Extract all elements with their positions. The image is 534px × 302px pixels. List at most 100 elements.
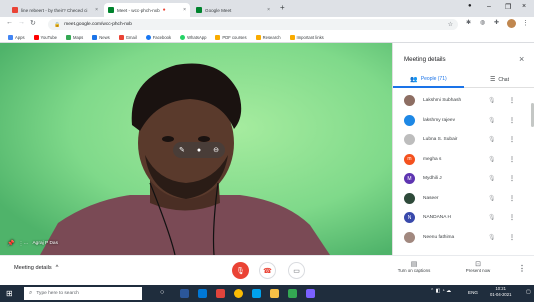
captions-label: Turn on captions <box>397 268 431 273</box>
puzzle-icon[interactable]: ✚ <box>494 19 499 26</box>
bookmark-gmail[interactable]: Gmail <box>118 34 137 40</box>
back-icon[interactable]: ← <box>6 19 13 26</box>
presenter-name: Agraj P Das <box>32 241 58 246</box>
more-options-icon[interactable]: ⋮ <box>509 117 515 124</box>
more-options-icon[interactable]: ⋮ <box>518 264 526 273</box>
bookmark-maps[interactable]: Maps <box>66 34 83 40</box>
participant-row[interactable]: Lakshmi Subhash 🎙 ⋮ <box>393 91 534 110</box>
more-options-icon[interactable]: ⋮ <box>509 136 515 143</box>
close-icon[interactable]: × <box>95 7 98 13</box>
youtube-icon <box>33 34 39 40</box>
gmail-favicon-icon <box>12 7 18 13</box>
tab-2[interactable]: Meet - wcc-phch-nxb ● × <box>104 3 190 17</box>
more-options-icon[interactable]: ⋮ <box>509 234 515 241</box>
avatar[interactable] <box>507 19 516 28</box>
mic-off-icon: 🎙 <box>488 176 496 182</box>
more-options-icon[interactable]: ⋮ <box>509 214 515 221</box>
media-icon[interactable] <box>216 289 225 298</box>
camera-button[interactable]: ▭ <box>288 262 305 279</box>
browser-menu-icon[interactable]: ⋮ <box>522 19 529 27</box>
minimize-icon[interactable]: – <box>487 3 491 10</box>
participant-name: lakshmy rajeev <box>423 117 455 123</box>
people-icon: 👥 <box>410 76 418 83</box>
participant-row[interactable]: M Mydhili J 🎙 ⋮ <box>393 169 534 188</box>
url-bar[interactable]: 🔒 meet.google.com/wcc-phch-nxb ☆ <box>48 19 458 30</box>
language-indicator[interactable]: ENG <box>468 290 478 295</box>
browser-tab-bar: line rebeert - by their? Checed ci × Mee… <box>0 0 534 17</box>
file-explorer-icon[interactable] <box>180 289 189 298</box>
shield-icon[interactable]: ◍ <box>480 19 485 26</box>
mic-off-button[interactable]: 🎙 <box>232 262 249 279</box>
participant-row[interactable]: N NANDANA H 🎙 ⋮ <box>393 208 534 227</box>
remove-icon[interactable]: ⊖ <box>213 146 219 154</box>
task-view-icon[interactable]: ○ <box>160 289 164 296</box>
more-options-icon[interactable]: ⋮ <box>509 175 515 182</box>
meet-app-icon[interactable] <box>288 289 297 298</box>
news-icon <box>92 34 98 40</box>
tab-people[interactable]: 👥 People (71) <box>393 72 464 88</box>
leave-call-button[interactable]: ☎ <box>259 262 276 279</box>
captions-button[interactable]: ▤ Turn on captions <box>394 260 434 273</box>
maps-icon <box>66 34 72 40</box>
system-tray-icons[interactable]: ⌃ ◧ ◔ ☁ <box>430 288 451 294</box>
close-window-icon[interactable]: × <box>522 3 526 10</box>
mic-off-icon: 🎙 <box>488 215 496 221</box>
close-icon[interactable]: × <box>183 7 186 13</box>
taskbar-search-box[interactable]: ⌕ Type here to search <box>24 287 142 300</box>
close-panel-button[interactable]: × <box>519 54 524 64</box>
participant-row[interactable]: lakshmy rajeev 🎙 ⋮ <box>393 111 534 130</box>
edge-icon[interactable] <box>252 289 261 298</box>
avatar <box>404 95 415 106</box>
app-icon[interactable] <box>306 289 315 298</box>
presenter-video[interactable]: ✎ ● ⊖ 📌 ⋮⋯ Agraj P Das <box>0 43 392 255</box>
bookmark-research[interactable]: Research <box>255 34 281 40</box>
store-icon[interactable] <box>198 289 207 298</box>
clock[interactable]: 10:21 01-04-2021 <box>490 286 511 298</box>
pin-icon[interactable]: ✎ <box>179 146 185 154</box>
participant-row[interactable]: Lubna S. Subair 🎙 ⋮ <box>393 130 534 149</box>
folder-icon[interactable] <box>270 289 279 298</box>
bookmark-whatsapp[interactable]: WhatsApp <box>180 34 206 40</box>
bookmark-news[interactable]: News <box>92 34 110 40</box>
extension-icon[interactable]: ✱ <box>466 19 471 26</box>
participant-row[interactable]: Naseer 🎙 ⋮ <box>393 189 534 208</box>
bookmarks-bar: Apps YouTube Maps News Gmail Facebook Wh… <box>0 32 534 43</box>
tab-3[interactable]: Google Meet × <box>192 3 274 17</box>
pin-icon: 📌 <box>7 241 15 247</box>
close-icon[interactable]: × <box>267 7 270 13</box>
bookmark-facebook[interactable]: Facebook <box>145 34 171 40</box>
chrome-icon[interactable] <box>234 289 243 298</box>
new-tab-button[interactable]: + <box>280 3 285 12</box>
tab-1-label: line rebeert - by their? Checed ci <box>21 7 88 13</box>
participant-row[interactable]: m megha s 🎙 ⋮ <box>393 150 534 169</box>
more-options-icon[interactable]: ⋮ <box>509 97 515 104</box>
bookmark-youtube[interactable]: YouTube <box>33 34 57 40</box>
present-label: Present now <box>465 268 491 273</box>
more-options-icon[interactable]: ⋮ <box>509 156 515 163</box>
mic-off-icon: 🎙 <box>488 195 496 202</box>
bookmark-apps[interactable]: Apps <box>8 34 25 40</box>
profile-dot-icon[interactable]: ● <box>468 3 472 9</box>
folder-icon <box>289 34 295 40</box>
lock-icon: 🔒 <box>54 21 61 28</box>
windows-start-icon[interactable]: ⊞ <box>6 289 13 298</box>
maximize-icon[interactable]: ❐ <box>505 3 511 11</box>
participant-name: Lakshmi Subhash <box>423 98 462 103</box>
bookmark-important-links[interactable]: Important links <box>289 34 324 40</box>
meeting-details-button[interactable]: Meeting details ^ <box>14 265 58 271</box>
participant-row[interactable]: Neenu fathima 🎙 ⋮ <box>393 228 534 247</box>
avatar <box>404 192 415 204</box>
notifications-icon[interactable]: ▢ <box>526 289 531 295</box>
more-options-icon[interactable]: ⋮ <box>509 195 515 202</box>
tab-1[interactable]: line rebeert - by their? Checed ci × <box>8 3 102 17</box>
mic-icon[interactable]: ● <box>197 147 201 154</box>
participant-name: Mydhili J <box>423 176 442 181</box>
forward-icon[interactable]: → <box>18 19 25 26</box>
avatar <box>404 134 415 145</box>
participant-name: megha s <box>423 156 442 162</box>
present-now-button[interactable]: ⊡ Present now <box>458 260 498 273</box>
tab-chat[interactable]: ☰ Chat <box>464 72 534 88</box>
reload-icon[interactable]: ↻ <box>30 19 36 27</box>
star-icon[interactable]: ☆ <box>448 21 453 28</box>
bookmark-pdf-courses[interactable]: PDF courses <box>215 34 247 40</box>
